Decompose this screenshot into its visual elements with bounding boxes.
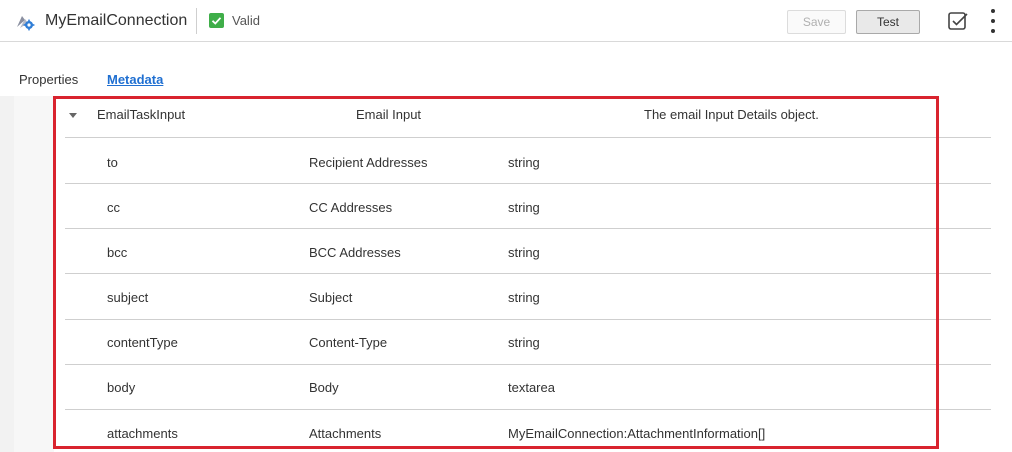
tab-properties[interactable]: Properties (19, 72, 78, 87)
row-divider (65, 228, 991, 229)
field-name: body (107, 380, 136, 395)
field-type: string (508, 155, 540, 170)
field-type: string (508, 290, 540, 305)
field-name: attachments (107, 426, 178, 441)
field-name: cc (107, 200, 120, 215)
connection-gear-icon (14, 11, 36, 31)
field-type: string (508, 200, 540, 215)
tab-metadata[interactable]: Metadata (107, 72, 163, 87)
field-label: Attachments (309, 426, 382, 441)
field-type: string (508, 335, 540, 350)
object-label: Email Input (356, 107, 422, 122)
row-divider (65, 364, 991, 365)
field-label: CC Addresses (309, 200, 393, 215)
field-label: BCC Addresses (309, 245, 401, 260)
field-name: bcc (107, 245, 128, 260)
validation-status: Valid (232, 13, 260, 28)
check-icon (209, 13, 224, 28)
row-divider (65, 319, 991, 320)
check-outline-icon[interactable] (947, 10, 969, 32)
test-button[interactable]: Test (856, 10, 920, 34)
connection-title: MyEmailConnection (45, 12, 188, 29)
row-divider (65, 137, 991, 138)
object-name: EmailTaskInput (97, 107, 186, 122)
header-divider (196, 8, 197, 34)
field-name: to (107, 155, 118, 170)
caret-down-icon[interactable] (69, 113, 77, 118)
row-divider (65, 409, 991, 410)
field-label: Content-Type (309, 335, 388, 350)
field-label: Body (309, 380, 339, 395)
field-label: Subject (309, 290, 353, 305)
field-name: subject (107, 290, 149, 305)
header-bar: MyEmailConnection Valid Save Test (0, 0, 1012, 42)
left-panel-strip (14, 96, 54, 452)
row-divider (65, 273, 991, 274)
field-label: Recipient Addresses (309, 155, 428, 170)
field-type: string (508, 245, 540, 260)
object-description: The email Input Details object. (644, 107, 819, 122)
kebab-menu-icon[interactable] (989, 8, 997, 34)
row-divider (65, 183, 991, 184)
field-type: textarea (508, 380, 555, 395)
field-type: MyEmailConnection:AttachmentInformation[… (508, 426, 766, 441)
left-gutter (0, 96, 14, 452)
field-name: contentType (107, 335, 178, 350)
save-button[interactable]: Save (787, 10, 846, 34)
